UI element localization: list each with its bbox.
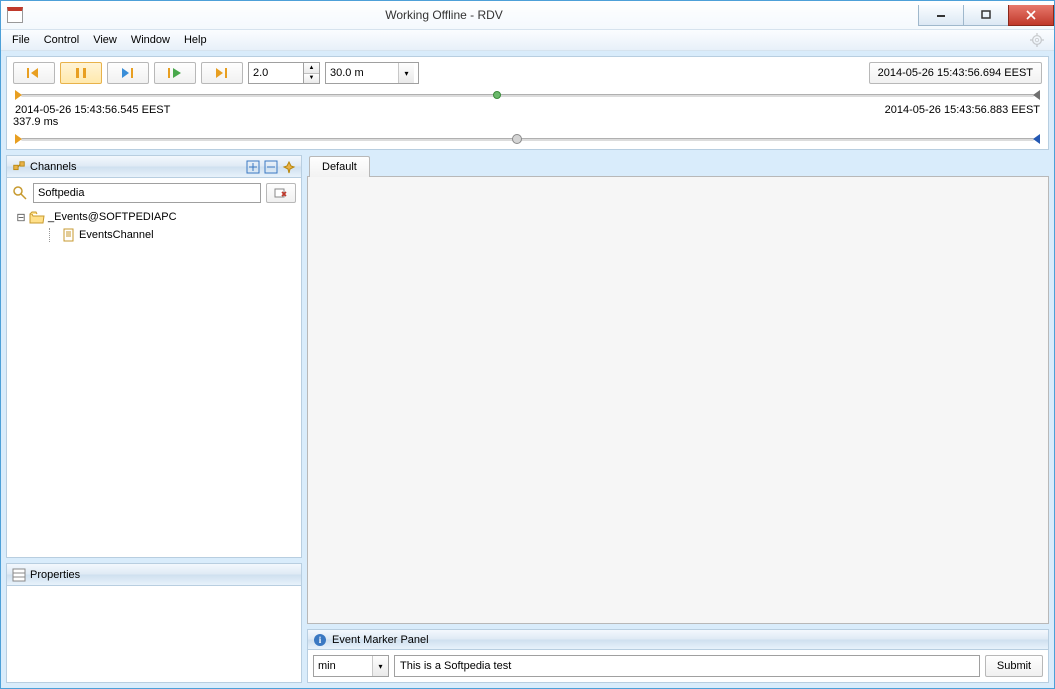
window-title: Working Offline - RDV bbox=[0, 8, 919, 22]
playback-toolbar: ▲ ▼ ▾ 2014-05-26 15:43:56.694 EEST bbox=[13, 62, 1042, 84]
tree-child-label: EventsChannel bbox=[79, 229, 154, 241]
expand-all-icon[interactable] bbox=[246, 160, 260, 174]
menu-file[interactable]: File bbox=[5, 32, 37, 48]
scope-marker[interactable] bbox=[493, 91, 501, 99]
step-forward-button[interactable] bbox=[107, 62, 149, 84]
play-icon bbox=[166, 67, 184, 79]
scope-slider[interactable] bbox=[13, 90, 1042, 100]
channels-header: Channels bbox=[7, 156, 301, 178]
left-column: Channels bbox=[6, 155, 302, 683]
go-end-button[interactable] bbox=[201, 62, 243, 84]
timespan-input[interactable] bbox=[326, 63, 398, 83]
scope-end-handle[interactable] bbox=[1033, 90, 1040, 100]
channels-title: Channels bbox=[30, 161, 76, 173]
current-time-label: 2014-05-26 15:43:56.694 EEST bbox=[878, 67, 1033, 79]
event-marker-body: ▾ Submit bbox=[308, 650, 1048, 682]
clear-icon bbox=[274, 187, 288, 199]
close-button[interactable] bbox=[1008, 5, 1054, 26]
clear-search-button[interactable] bbox=[266, 183, 296, 203]
position-slider[interactable] bbox=[13, 134, 1042, 144]
gear-icon[interactable] bbox=[1030, 33, 1044, 47]
main-split: Channels bbox=[6, 155, 1049, 683]
position-end-handle[interactable] bbox=[1033, 134, 1040, 144]
channels-tree[interactable]: ⊟ _Events@SOFTPEDIAPC bbox=[12, 208, 296, 244]
playback-panel: ▲ ▼ ▾ 2014-05-26 15:43:56.694 EEST bbox=[6, 56, 1049, 150]
tab-default-label: Default bbox=[322, 161, 357, 173]
pause-button[interactable] bbox=[60, 62, 102, 84]
channels-body: ⊟ _Events@SOFTPEDIAPC bbox=[7, 178, 301, 557]
event-marker-header: i Event Marker Panel bbox=[308, 630, 1048, 650]
right-column: Default i Event Marker Panel ▾ bbox=[307, 155, 1049, 683]
event-marker-title: Event Marker Panel bbox=[332, 634, 429, 646]
event-unit-combo[interactable]: ▾ bbox=[313, 655, 389, 677]
tree-root-label: _Events@SOFTPEDIAPC bbox=[48, 211, 177, 223]
position-start-handle[interactable] bbox=[15, 134, 22, 144]
channels-icon bbox=[12, 160, 26, 174]
tree-child-row[interactable]: EventsChannel bbox=[12, 226, 296, 244]
minimize-button[interactable] bbox=[918, 5, 964, 26]
speed-spinner[interactable]: ▲ ▼ bbox=[248, 62, 320, 84]
app-window: Working Offline - RDV File Control View … bbox=[0, 0, 1055, 689]
event-marker-panel: i Event Marker Panel ▾ Submit bbox=[307, 629, 1049, 683]
pause-icon bbox=[74, 67, 88, 79]
properties-header: Properties bbox=[7, 564, 301, 586]
play-button[interactable] bbox=[154, 62, 196, 84]
maximize-button[interactable] bbox=[963, 5, 1009, 26]
menu-control[interactable]: Control bbox=[37, 32, 86, 48]
chevron-down-icon[interactable]: ▾ bbox=[398, 63, 414, 83]
submit-button[interactable]: Submit bbox=[985, 655, 1043, 677]
timeline-duration-label: 337.9 ms bbox=[13, 116, 58, 128]
speed-input[interactable] bbox=[248, 62, 304, 84]
close-icon bbox=[1026, 10, 1036, 20]
menu-window[interactable]: Window bbox=[124, 32, 177, 48]
properties-body bbox=[7, 586, 301, 682]
channels-panel: Channels bbox=[6, 155, 302, 558]
info-icon: i bbox=[314, 634, 326, 646]
menu-help[interactable]: Help bbox=[177, 32, 214, 48]
tree-root-row[interactable]: ⊟ _Events@SOFTPEDIAPC bbox=[12, 208, 296, 226]
tab-default[interactable]: Default bbox=[309, 156, 370, 177]
position-thumb[interactable] bbox=[512, 134, 522, 144]
collapse-all-icon[interactable] bbox=[264, 160, 278, 174]
pin-icon[interactable] bbox=[282, 160, 296, 174]
speed-down-button[interactable]: ▼ bbox=[304, 74, 319, 84]
titlebar: Working Offline - RDV bbox=[1, 1, 1054, 30]
timeline-labels: 2014-05-26 15:43:56.545 EEST 2014-05-26 … bbox=[13, 104, 1042, 128]
timeline-end-label: 2014-05-26 15:43:56.883 EEST bbox=[885, 104, 1040, 116]
timeline-start-label: 2014-05-26 15:43:56.545 EEST bbox=[15, 104, 170, 116]
tabs-strip: Default bbox=[307, 155, 1049, 177]
go-start-icon bbox=[25, 67, 43, 79]
go-end-icon bbox=[213, 67, 231, 79]
properties-title: Properties bbox=[30, 569, 80, 581]
document-icon bbox=[62, 228, 76, 242]
maximize-icon bbox=[981, 10, 991, 20]
properties-panel: Properties bbox=[6, 563, 302, 683]
chevron-down-icon[interactable]: ▾ bbox=[372, 656, 388, 676]
window-controls bbox=[919, 5, 1054, 26]
event-text-input[interactable] bbox=[394, 655, 980, 677]
speed-up-button[interactable]: ▲ bbox=[304, 63, 319, 74]
tree-collapse-icon[interactable]: ⊟ bbox=[16, 211, 26, 224]
channels-search-input[interactable] bbox=[33, 183, 261, 203]
app-icon bbox=[7, 7, 23, 23]
current-time-box[interactable]: 2014-05-26 15:43:56.694 EEST bbox=[869, 62, 1042, 84]
folder-open-icon bbox=[29, 211, 45, 224]
scope-start-handle[interactable] bbox=[15, 90, 22, 100]
step-forward-icon bbox=[119, 67, 137, 79]
menu-view[interactable]: View bbox=[86, 32, 124, 48]
go-start-button[interactable] bbox=[13, 62, 55, 84]
properties-icon bbox=[12, 568, 26, 582]
event-unit-input[interactable] bbox=[314, 656, 372, 676]
tab-content bbox=[307, 176, 1049, 624]
client-area: ▲ ▼ ▾ 2014-05-26 15:43:56.694 EEST bbox=[1, 51, 1054, 688]
tabs-panel: Default bbox=[307, 155, 1049, 624]
menubar: File Control View Window Help bbox=[1, 30, 1054, 51]
search-icon bbox=[12, 185, 28, 201]
minimize-icon bbox=[936, 10, 946, 20]
timespan-combo[interactable]: ▾ bbox=[325, 62, 419, 84]
